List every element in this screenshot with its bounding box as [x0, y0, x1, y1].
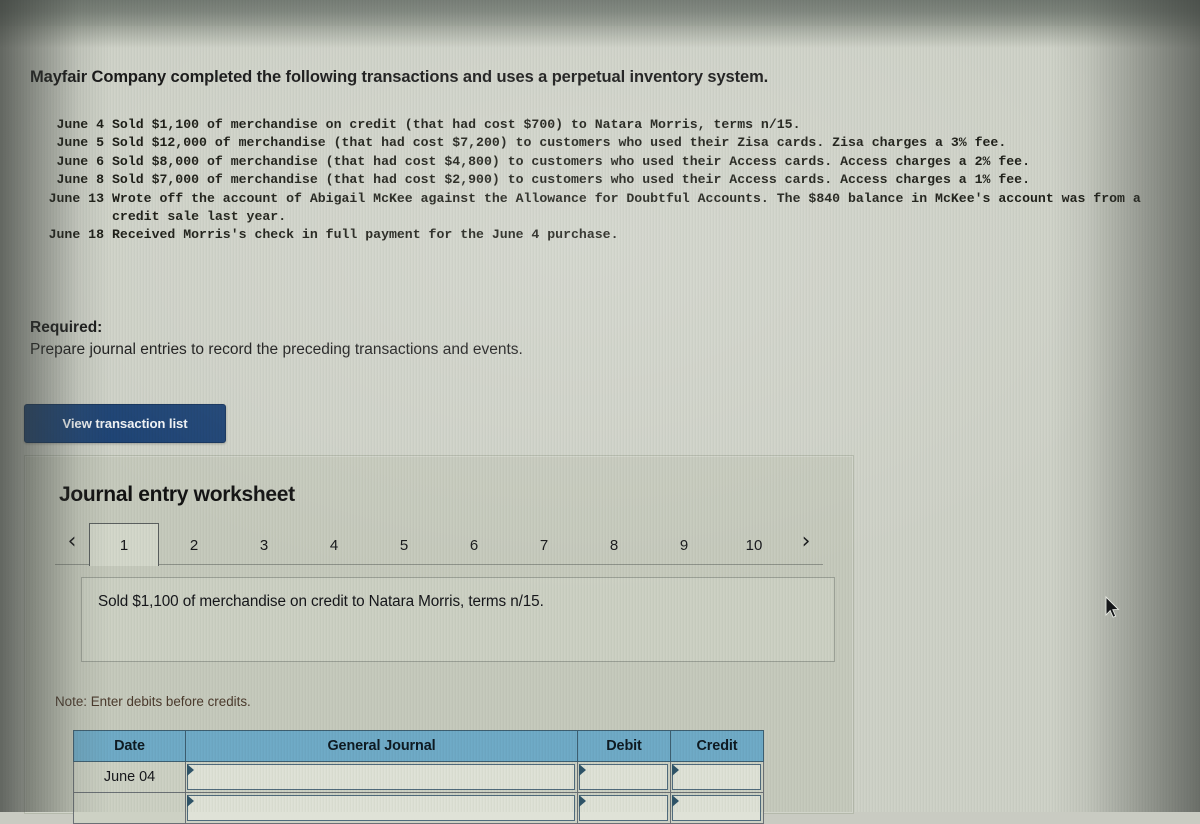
cell-general-journal[interactable]: [185, 792, 578, 824]
tab-entry-5[interactable]: 5: [369, 523, 439, 566]
column-header-date: Date: [73, 730, 186, 762]
general-journal-account-select[interactable]: [187, 764, 575, 790]
transaction-date: June 5: [56, 135, 104, 151]
transaction-date: June 18: [48, 227, 104, 243]
entry-prompt-text: Sold $1,100 of merchandise on credit to …: [98, 593, 544, 610]
transaction-row: June 4 Sold $1,100 of merchandise on cre…: [30, 116, 1190, 134]
column-header-general-journal: General Journal: [185, 730, 578, 762]
cell-credit[interactable]: [670, 792, 764, 824]
credit-input[interactable]: [672, 795, 761, 821]
journal-entry-table: Date General Journal Debit Credit June 0…: [73, 730, 764, 824]
cell-credit[interactable]: [670, 761, 764, 793]
required-instruction: Prepare journal entries to record the pr…: [30, 341, 523, 358]
column-header-debit: Debit: [577, 730, 671, 762]
tab-entry-10[interactable]: 10: [719, 523, 789, 566]
transaction-date: June 13: [48, 190, 104, 206]
cell-debit[interactable]: [577, 792, 671, 824]
tab-entry-1[interactable]: 1: [89, 523, 159, 566]
tab-entry-4[interactable]: 4: [299, 523, 369, 566]
cell-general-journal[interactable]: [185, 761, 578, 793]
transaction-date: June 8: [56, 172, 104, 188]
chevron-right-icon[interactable]: ›: [789, 522, 823, 565]
transaction-row: June 13 Wrote off the account of Abigail…: [30, 190, 1190, 227]
tab-entry-9[interactable]: 9: [649, 523, 719, 566]
entry-prompt-box: Sold $1,100 of merchandise on credit to …: [81, 577, 835, 662]
transaction-row: June 5 Sold $12,000 of merchandise (that…: [30, 134, 1190, 152]
cell-debit[interactable]: [577, 761, 671, 793]
worksheet-heading: Journal entry worksheet: [59, 483, 295, 506]
accounting-exercise-page: Mayfair Company completed the following …: [0, 0, 1200, 824]
debit-input[interactable]: [579, 764, 668, 790]
cell-date: [73, 792, 186, 824]
debits-before-credits-note: Note: Enter debits before credits.: [55, 694, 251, 709]
chevron-left-icon[interactable]: ‹: [55, 522, 89, 565]
transaction-date: June 4: [56, 117, 104, 132]
credit-input[interactable]: [672, 764, 761, 790]
transaction-row: June 6 Sold $8,000 of merchandise (that …: [30, 153, 1190, 171]
transaction-text: Sold $1,100 of merchandise on credit (th…: [112, 117, 801, 132]
tab-entry-3[interactable]: 3: [229, 523, 299, 566]
transaction-date: June 6: [56, 153, 104, 169]
transaction-row: June 8 Sold $7,000 of merchandise (that …: [30, 171, 1190, 189]
tab-entry-6[interactable]: 6: [439, 523, 509, 566]
monitor-top-bezel: [0, 0, 1200, 26]
page-title: Mayfair Company completed the following …: [30, 68, 769, 86]
transaction-text: Sold $12,000 of merchandise (that had co…: [112, 135, 1007, 151]
view-transaction-list-button[interactable]: View transaction list: [24, 404, 226, 443]
transaction-list: June 4 Sold $1,100 of merchandise on cre…: [30, 116, 1190, 245]
tab-entry-7[interactable]: 7: [509, 523, 579, 566]
column-header-credit: Credit: [670, 730, 764, 762]
debit-input[interactable]: [579, 795, 668, 821]
tab-entry-2[interactable]: 2: [159, 523, 229, 566]
general-journal-account-select[interactable]: [187, 795, 575, 821]
journal-entry-worksheet-panel: Journal entry worksheet ‹ 1 2 3 4 5 6 7 …: [24, 455, 854, 824]
table-row: [73, 792, 764, 824]
transaction-text: Sold $8,000 of merchandise (that had cos…: [112, 153, 1030, 169]
transaction-row: June 18 Received Morris's check in full …: [30, 226, 1190, 244]
transaction-text: Sold $7,000 of merchandise (that had cos…: [112, 172, 1030, 188]
transaction-text: Received Morris's check in full payment …: [112, 227, 619, 243]
table-row: June 04: [73, 761, 764, 793]
required-label: Required:: [30, 319, 103, 336]
tab-entry-8[interactable]: 8: [579, 523, 649, 566]
transaction-text: Wrote off the account of Abigail McKee a…: [112, 190, 1149, 225]
cell-date: June 04: [73, 761, 186, 793]
worksheet-tab-strip: ‹ 1 2 3 4 5 6 7 8 9 10 ›: [55, 522, 823, 566]
table-header-row: Date General Journal Debit Credit: [73, 730, 764, 762]
